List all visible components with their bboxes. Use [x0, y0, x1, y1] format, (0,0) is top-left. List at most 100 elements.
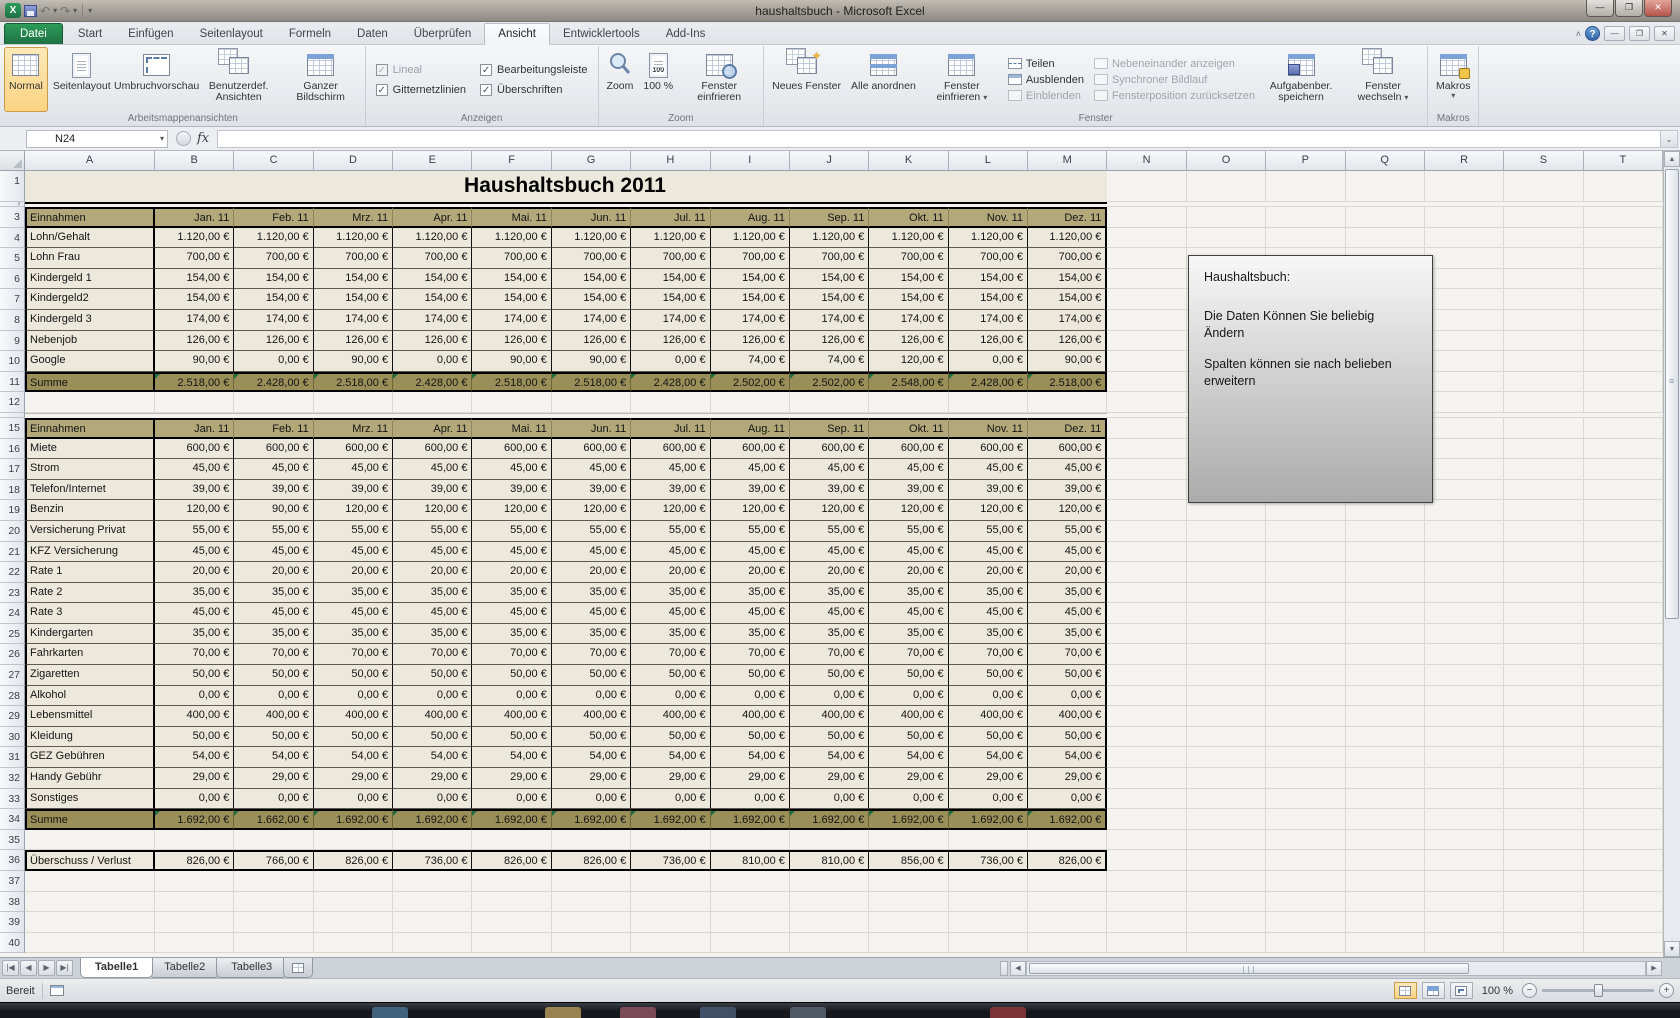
value-cell[interactable]: 154,00 €	[314, 269, 393, 290]
empty-cell[interactable]	[1504, 665, 1583, 686]
row-label[interactable]: Zigaretten	[25, 665, 155, 686]
value-cell[interactable]: 50,00 €	[869, 727, 948, 748]
value-cell[interactable]: 1.120,00 €	[393, 228, 472, 249]
value-cell[interactable]: 45,00 €	[711, 542, 790, 563]
empty-cell[interactable]	[1504, 207, 1583, 228]
column-header-T[interactable]: T	[1584, 151, 1663, 171]
row-header-15[interactable]: 15	[0, 418, 25, 439]
value-cell[interactable]: 20,00 €	[314, 562, 393, 583]
value-cell[interactable]: 45,00 €	[393, 459, 472, 480]
value-cell[interactable]: 50,00 €	[949, 665, 1028, 686]
value-cell[interactable]: 810,00 €	[790, 850, 869, 871]
undo-icon[interactable]: ↶	[40, 5, 50, 17]
empty-cell[interactable]	[1107, 500, 1186, 521]
column-header-R[interactable]: R	[1425, 151, 1504, 171]
value-cell[interactable]: 174,00 €	[949, 310, 1028, 331]
value-cell[interactable]: 600,00 €	[472, 439, 551, 460]
value-cell[interactable]: 20,00 €	[393, 562, 472, 583]
empty-cell[interactable]	[314, 392, 393, 413]
value-cell[interactable]: 174,00 €	[552, 310, 631, 331]
value-cell[interactable]: 29,00 €	[155, 768, 234, 789]
empty-cell[interactable]	[1266, 686, 1345, 707]
value-cell[interactable]: 54,00 €	[631, 747, 710, 768]
row-header-16[interactable]: 16	[0, 439, 25, 460]
empty-cell[interactable]	[1425, 727, 1504, 748]
empty-cell[interactable]	[1107, 768, 1186, 789]
row-label[interactable]: Kindergeld2	[25, 289, 155, 310]
value-cell[interactable]: 120,00 €	[869, 500, 948, 521]
value-cell[interactable]: 54,00 €	[234, 747, 313, 768]
column-header-O[interactable]: O	[1187, 151, 1266, 171]
empty-cell[interactable]	[631, 871, 710, 892]
row-label[interactable]: Summe	[25, 372, 155, 393]
zoom-in-icon[interactable]: +	[1659, 983, 1674, 998]
empty-cell[interactable]	[1504, 331, 1583, 352]
empty-cell[interactable]	[1584, 171, 1663, 202]
value-cell[interactable]: 400,00 €	[949, 706, 1028, 727]
sheet-tab-tabelle3[interactable]: Tabelle3	[216, 958, 287, 978]
taskbar-item[interactable]	[620, 1007, 656, 1018]
month-header[interactable]: Dez. 11	[1028, 418, 1107, 439]
value-cell[interactable]: 50,00 €	[790, 665, 869, 686]
table-header-label[interactable]: Einnahmen	[25, 418, 155, 439]
empty-cell[interactable]	[25, 871, 155, 892]
value-cell[interactable]: 0,00 €	[631, 351, 710, 372]
row-label[interactable]: Google	[25, 351, 155, 372]
value-cell[interactable]: 50,00 €	[552, 665, 631, 686]
value-cell[interactable]: 20,00 €	[472, 562, 551, 583]
name-box[interactable]: N24 ▾	[26, 130, 168, 148]
value-cell[interactable]: 35,00 €	[472, 583, 551, 604]
empty-cell[interactable]	[1266, 768, 1345, 789]
row-label[interactable]: Strom	[25, 459, 155, 480]
empty-cell[interactable]	[949, 392, 1028, 413]
empty-cell[interactable]	[1107, 933, 1186, 954]
tab-ansicht[interactable]: Ansicht	[484, 23, 550, 45]
empty-cell[interactable]	[1187, 747, 1266, 768]
value-cell[interactable]: 45,00 €	[869, 603, 948, 624]
empty-cell[interactable]	[1425, 871, 1504, 892]
minimize-button[interactable]: —	[1586, 0, 1614, 17]
row-header-28[interactable]: 28	[0, 686, 25, 707]
value-cell[interactable]: 154,00 €	[472, 289, 551, 310]
empty-cell[interactable]	[1107, 583, 1186, 604]
empty-cell[interactable]	[1107, 392, 1186, 413]
freeze-panes-button[interactable]: Fenster einfrieren ▾	[921, 47, 1003, 112]
empty-cell[interactable]	[1187, 706, 1266, 727]
value-cell[interactable]: 1.120,00 €	[1028, 228, 1107, 249]
empty-cell[interactable]	[1425, 248, 1504, 269]
value-cell[interactable]: 1.120,00 €	[631, 228, 710, 249]
value-cell[interactable]: 45,00 €	[552, 603, 631, 624]
zoom-out-icon[interactable]: −	[1522, 983, 1537, 998]
empty-cell[interactable]	[1425, 269, 1504, 290]
row-header-29[interactable]: 29	[0, 706, 25, 727]
empty-cell[interactable]	[234, 912, 313, 933]
row-header-27[interactable]: 27	[0, 665, 25, 686]
empty-cell[interactable]	[1504, 500, 1583, 521]
row-header-37[interactable]: 37	[0, 871, 25, 892]
value-cell[interactable]: 1.692,00 €	[711, 809, 790, 830]
value-cell[interactable]: 35,00 €	[552, 624, 631, 645]
value-cell[interactable]: 2.428,00 €	[234, 372, 313, 393]
full-screen-button[interactable]: Ganzer Bildschirm	[280, 47, 362, 112]
empty-cell[interactable]	[1107, 351, 1186, 372]
value-cell[interactable]: 600,00 €	[790, 439, 869, 460]
value-cell[interactable]: 1.692,00 €	[155, 809, 234, 830]
zoom-button[interactable]: Zoom	[602, 47, 639, 112]
value-cell[interactable]: 45,00 €	[1028, 603, 1107, 624]
empty-cell[interactable]	[1504, 583, 1583, 604]
month-header[interactable]: Jun. 11	[552, 418, 631, 439]
empty-cell[interactable]	[1028, 912, 1107, 933]
column-header-G[interactable]: G	[552, 151, 631, 171]
value-cell[interactable]: 20,00 €	[552, 562, 631, 583]
value-cell[interactable]: 700,00 €	[631, 248, 710, 269]
empty-cell[interactable]	[869, 392, 948, 413]
empty-cell[interactable]	[1107, 542, 1186, 563]
value-cell[interactable]: 45,00 €	[869, 542, 948, 563]
value-cell[interactable]: 45,00 €	[552, 459, 631, 480]
macro-record-icon[interactable]	[50, 985, 64, 996]
redo-icon[interactable]: ↷	[60, 5, 70, 17]
value-cell[interactable]: 20,00 €	[711, 562, 790, 583]
value-cell[interactable]: 600,00 €	[234, 439, 313, 460]
month-header[interactable]: Feb. 11	[234, 418, 313, 439]
value-cell[interactable]: 45,00 €	[631, 459, 710, 480]
